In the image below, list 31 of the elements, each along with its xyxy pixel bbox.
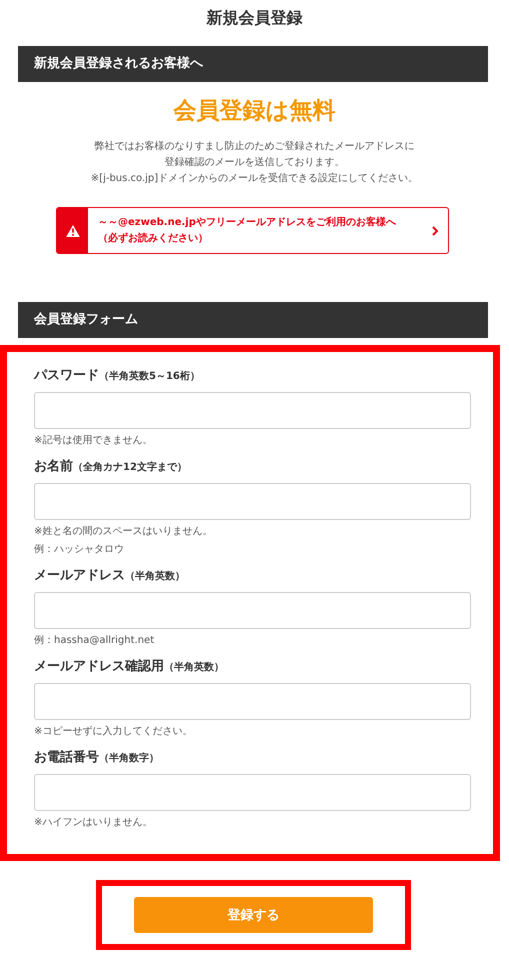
field-note: ※姓と名の間のスペースはいりません。	[34, 525, 214, 538]
chevron-icon	[432, 226, 438, 236]
section-heading: 会員登録フォーム	[18, 302, 488, 338]
field-hint: （半角英数）	[125, 571, 185, 582]
intro-text: ※[j-bus.co.jp]ドメインからのメールを受信できる設定にしてください。	[90, 172, 418, 186]
field-note: 例：ハッシャタロウ	[34, 543, 125, 556]
input-field[interactable]	[34, 592, 471, 629]
field-hint: （半角数字）	[99, 753, 159, 764]
field-hint: （全角カナ12文字まで）	[73, 462, 187, 473]
input-field[interactable]	[34, 774, 471, 811]
field-hint: （半角英数）	[164, 662, 224, 673]
page-title: 新規会員登録	[205, 7, 304, 29]
field-label: パスワード	[34, 368, 99, 383]
section-heading: 新規会員登録されるお客様へ	[18, 46, 488, 82]
headline: 会員登録は無料	[172, 97, 336, 126]
notice-link[interactable]: ～～@ezweb.ne.jpやフリーメールアドレスをご利用のお客様へ （必ずお読みください）	[56, 207, 449, 254]
field-note: ※コピーせずに入力してください。	[34, 725, 194, 738]
field-label: メールアドレス確認用	[34, 659, 164, 674]
field-note: 例：hassha@allright.net	[34, 634, 156, 647]
input-field[interactable]	[34, 392, 471, 429]
intro-text: 弊社ではお客様のなりすまし防止のためご登録されたメールアドレスに	[94, 140, 414, 154]
warning-icon	[66, 224, 80, 236]
input-field[interactable]	[34, 683, 471, 720]
input-field[interactable]	[34, 483, 471, 520]
field-note: ※ハイフンはいりません。	[34, 816, 154, 829]
intro-text: 登録確認のメールを送信しております。	[164, 156, 344, 170]
field-label: メールアドレス	[34, 568, 125, 583]
field-label: お名前	[34, 459, 73, 474]
field-hint: （半角英数5～16桁）	[99, 371, 200, 382]
field-note: ※記号は使用できません。	[34, 434, 154, 447]
field-label: お電話番号	[34, 750, 99, 765]
